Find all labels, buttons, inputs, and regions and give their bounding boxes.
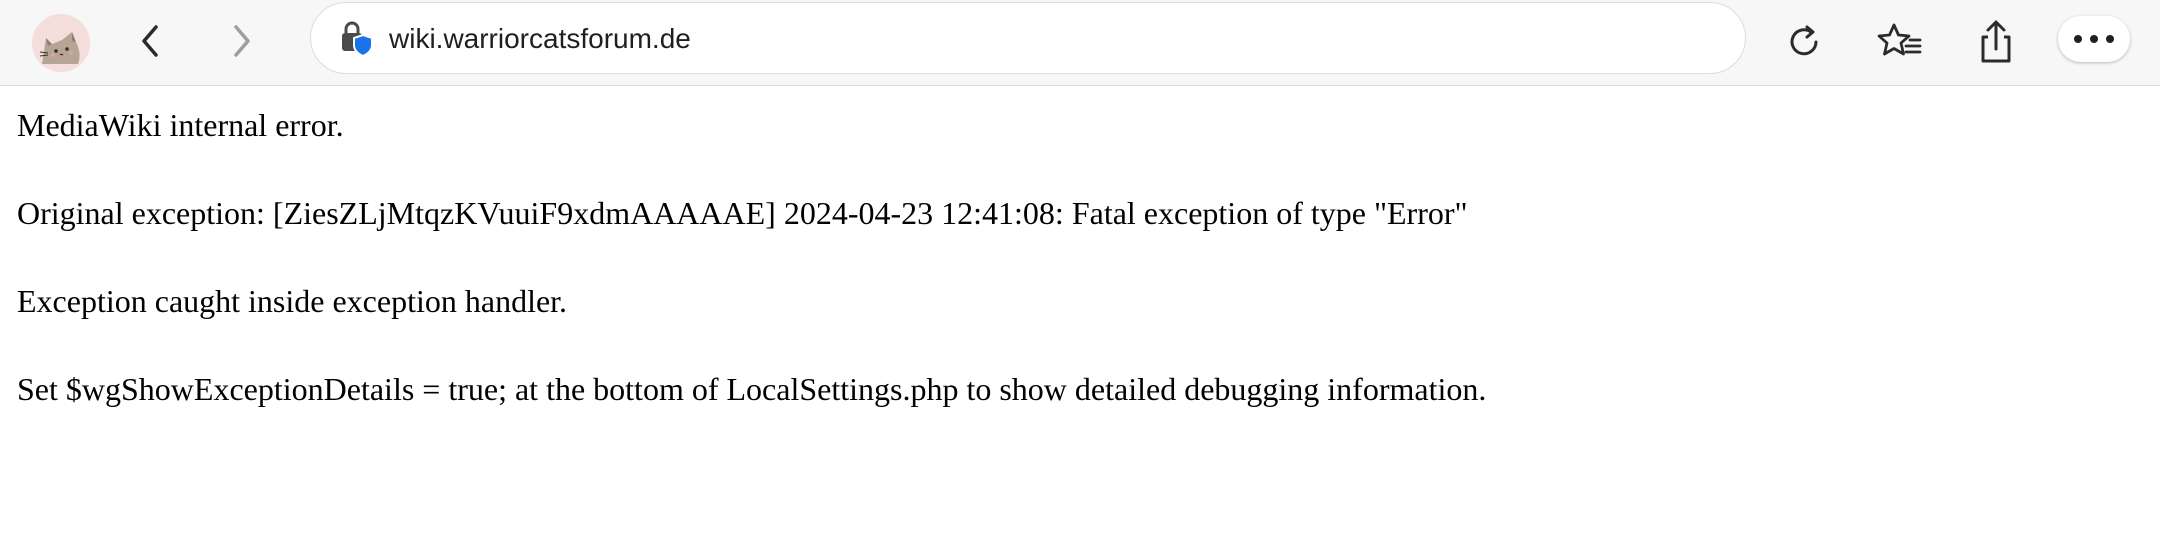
page-content: MediaWiki internal error. Original excep… [17, 86, 2137, 438]
more-dots-icon [2074, 35, 2114, 43]
chevron-left-icon [142, 25, 158, 57]
back-button[interactable] [128, 18, 174, 64]
more-button[interactable] [2058, 16, 2130, 62]
reload-button[interactable] [1776, 14, 1832, 70]
favorites-star-list-icon [1877, 23, 1922, 56]
favorites-button[interactable] [1872, 14, 1928, 70]
site-security-icon [342, 21, 373, 57]
browser-toolbar: wiki.warriorcatsforum.de [0, 0, 2160, 86]
address-bar[interactable]: wiki.warriorcatsforum.de [310, 2, 1746, 74]
share-button[interactable] [1968, 14, 2024, 70]
error-title: MediaWiki internal error. [17, 107, 344, 143]
debug-hint-text: Set $wgShowExceptionDetails = true; at t… [17, 371, 1487, 407]
original-exception-text: Original exception: [ZiesZLjMtqzKVuuiF9x… [17, 195, 1468, 231]
url-text[interactable]: wiki.warriorcatsforum.de [389, 3, 691, 75]
cat-avatar-icon [32, 14, 90, 72]
forward-button[interactable] [218, 18, 264, 64]
chevron-right-icon [234, 25, 250, 57]
profile-avatar[interactable] [32, 14, 90, 72]
share-icon [1981, 20, 2011, 63]
reload-icon [1790, 25, 1818, 56]
handler-exception-text: Exception caught inside exception handle… [17, 283, 568, 319]
